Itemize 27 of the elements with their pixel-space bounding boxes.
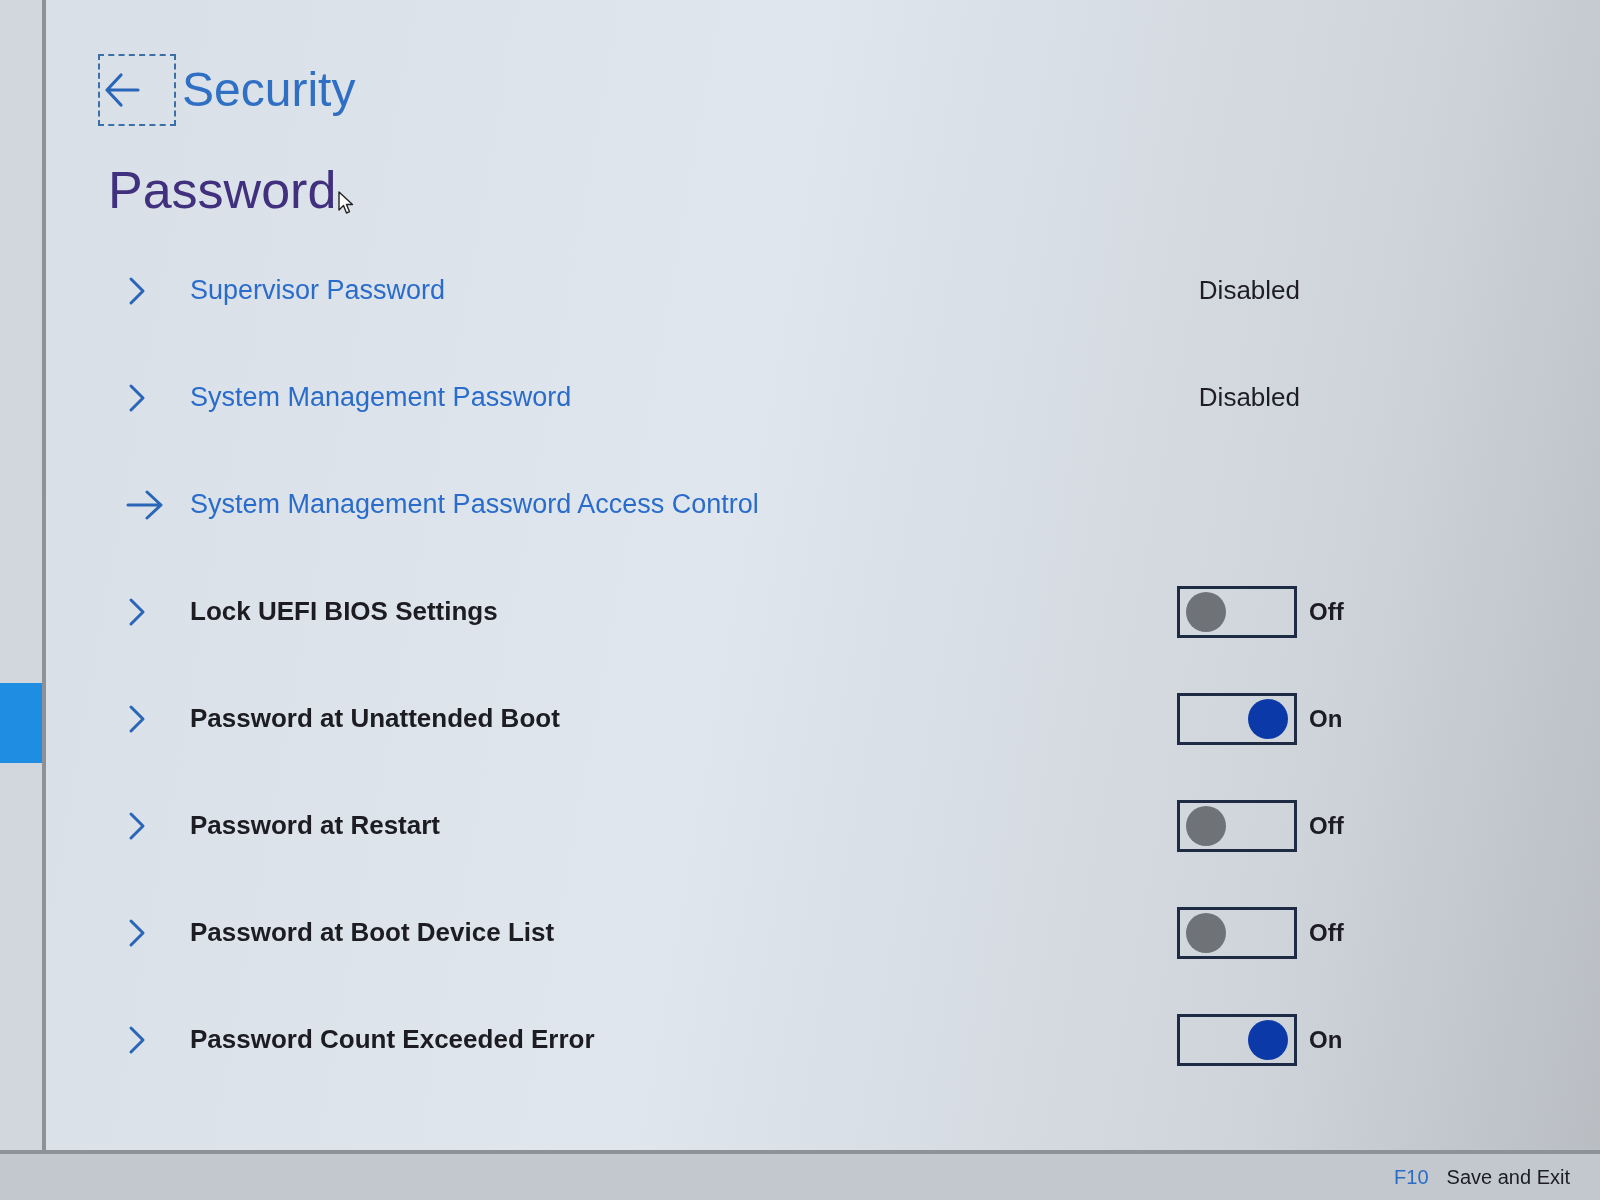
setting-label[interactable]: Password at Restart (190, 810, 440, 842)
setting-label[interactable]: Lock UEFI BIOS Settings (190, 596, 498, 628)
arrow-left-icon (104, 72, 140, 108)
setting-label[interactable]: Password at Boot Device List (190, 917, 555, 949)
toggle-state-label: On (1309, 704, 1343, 733)
section-title: Password (108, 162, 337, 220)
key-action-label[interactable]: Save and Exit (1446, 1165, 1570, 1189)
key-label: F10 (1394, 1165, 1429, 1189)
setting-value: Disabled (1198, 275, 1300, 307)
setting-link[interactable]: System Management Password Access Control (190, 489, 759, 521)
setting-link[interactable]: Supervisor Password (190, 275, 446, 307)
toggle-switch[interactable] (1177, 585, 1297, 638)
setting-link[interactable]: System Management Password (190, 382, 572, 414)
toggle-switch[interactable] (1177, 799, 1297, 852)
page-title: Security (182, 66, 356, 114)
toggle-state-label: On (1309, 1025, 1343, 1054)
toggle-state-label: Off (1309, 918, 1344, 947)
toggle-state-label: Off (1309, 811, 1344, 840)
toggle-state-label: Off (1309, 597, 1344, 626)
setting-label[interactable]: Password Count Exceeded Error (190, 1024, 595, 1056)
toggle-switch[interactable] (1177, 692, 1297, 745)
setting-value: Disabled (1198, 382, 1300, 414)
mouse-pointer-icon (338, 191, 355, 216)
back-button[interactable] (98, 54, 176, 126)
setting-label[interactable]: Password at Unattended Boot (190, 703, 560, 735)
toggle-switch[interactable] (1177, 1013, 1297, 1066)
toggle-switch[interactable] (1177, 906, 1297, 959)
